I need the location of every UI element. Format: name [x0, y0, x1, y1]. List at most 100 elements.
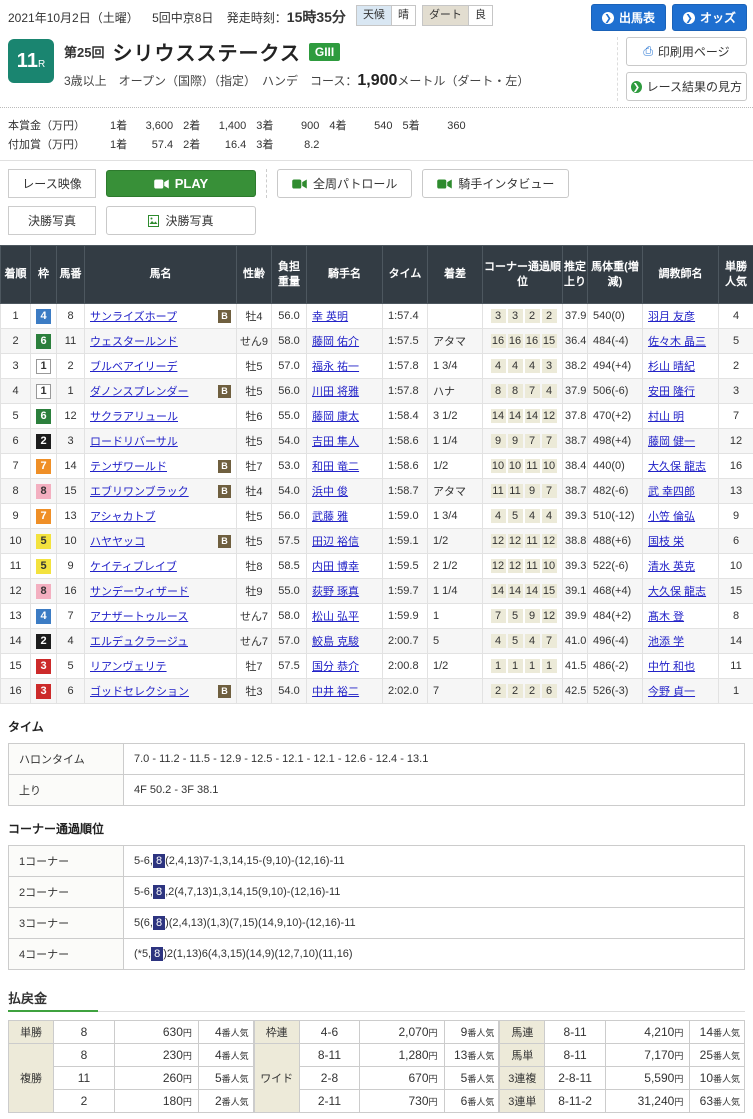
odds-button[interactable]: ❯ オッズ — [672, 4, 747, 31]
corner-position: 4 — [491, 509, 506, 523]
horse-name-link[interactable]: ゴッドセレクション — [90, 683, 189, 699]
jockey-link[interactable]: 藤岡 佑介 — [312, 336, 359, 348]
highlighted-horse-number: 8 — [153, 885, 165, 899]
meeting-info: 5回中京8日 — [152, 11, 213, 25]
trainer-link[interactable]: 安田 隆行 — [648, 386, 695, 398]
jockey-link[interactable]: 和田 竜二 — [312, 461, 359, 473]
trainer-link[interactable]: 小笠 倫弘 — [648, 511, 695, 523]
trainer-link[interactable]: 羽月 友彦 — [648, 311, 695, 323]
jockey-cell: 和田 竜二 — [307, 454, 383, 479]
horse-name-link[interactable]: ブルベアイリーデ — [90, 358, 177, 374]
jockey-cell: 田辺 裕信 — [307, 529, 383, 554]
horse-name-link[interactable]: アナザートゥルース — [90, 608, 188, 624]
prize-rank: 3着 — [256, 120, 273, 132]
horse-name-link[interactable]: サンデーウィザード — [90, 583, 189, 599]
jockey-link[interactable]: 武藤 雅 — [312, 511, 348, 523]
horse-name-link[interactable]: アシャカトブ — [90, 508, 156, 524]
play-button[interactable]: PLAY — [106, 170, 256, 197]
payout-amount: 7,170円 — [605, 1044, 689, 1067]
entries-button[interactable]: ❯ 出馬表 — [591, 4, 666, 31]
trainer-link[interactable]: 大久保 龍志 — [648, 586, 706, 598]
trainer-link[interactable]: 今野 貞一 — [648, 686, 695, 698]
payout-combination: 2-8-11 — [545, 1067, 606, 1090]
trainer-link[interactable]: 清水 英克 — [648, 561, 695, 573]
corner-position: 11 — [491, 484, 506, 498]
print-page-button[interactable]: ⎙ 印刷用ページ — [626, 37, 747, 66]
frame-number: 4 — [36, 609, 51, 624]
horse-name-cell: ウェスタールンド — [85, 329, 237, 354]
win-favorite: 7 — [719, 404, 753, 429]
trainer-cell: 杉山 晴紀 — [643, 354, 719, 379]
payout-combination: 8 — [54, 1021, 115, 1044]
trainer-link[interactable]: 武 幸四郎 — [648, 486, 695, 498]
jockey-link[interactable]: 川田 将雅 — [312, 386, 359, 398]
bet-type-label: 3連複 — [500, 1067, 545, 1090]
jockey-link[interactable]: 吉田 隼人 — [312, 436, 359, 448]
result-row: 13 4 7 アナザートゥルース せん7 58.0 松山 弘平 1:59.9 1… — [1, 604, 753, 629]
body-weight: 498(+4) — [588, 429, 643, 454]
jockey-link[interactable]: 福永 祐一 — [312, 361, 359, 373]
trainer-link[interactable]: 中竹 和也 — [648, 661, 695, 673]
corner-position: 9 — [525, 484, 540, 498]
payout-table: 馬連 8-11 4,210円 14番人気 馬単 8-11 7,170円 25番人… — [499, 1020, 745, 1113]
jockey-link[interactable]: 浜中 俊 — [312, 486, 348, 498]
jockey-link[interactable]: 内田 博幸 — [312, 561, 359, 573]
payout-combination: 4-6 — [299, 1021, 360, 1044]
jockey-link[interactable]: 幸 英明 — [312, 311, 348, 323]
payout-amount: 5,590円 — [605, 1067, 689, 1090]
trainer-link[interactable]: 大久保 龍志 — [648, 461, 706, 473]
corner-position: 11 — [525, 559, 540, 573]
horse-name-link[interactable]: ダノンスプレンダー — [90, 383, 188, 399]
sex-age: 牡5 — [237, 429, 272, 454]
trainer-link[interactable]: 佐々木 晶三 — [648, 336, 706, 348]
jockey-link[interactable]: 荻野 琢真 — [312, 586, 359, 598]
frame-cell: 5 — [31, 554, 57, 579]
corner-table: 1コーナー 5-6,8(2,4,13)7-1,3,14,15-(9,10)-(1… — [8, 845, 745, 970]
jockey-link[interactable]: 田辺 裕信 — [312, 536, 359, 548]
result-guide-button[interactable]: ❯ レース結果の見方 — [626, 72, 747, 101]
finish-position: 7 — [1, 454, 31, 479]
horse-number: 6 — [57, 679, 85, 704]
jockey-interview-button[interactable]: 騎手インタビュー — [422, 169, 569, 198]
jockey-link[interactable]: 藤岡 康太 — [312, 411, 359, 423]
last-3f: 37.9 — [563, 379, 588, 404]
corner-positions: 4544 — [483, 504, 563, 529]
horse-name-link[interactable]: テンザワールド — [90, 458, 167, 474]
corner-position: 3 — [542, 359, 557, 373]
margin: 1/2 — [428, 529, 483, 554]
horse-name-link[interactable]: サンライズホープ — [90, 308, 177, 324]
trainer-link[interactable]: 髙木 登 — [648, 611, 684, 623]
corner-position: 4 — [525, 634, 540, 648]
sex-age: 牡8 — [237, 554, 272, 579]
payout-amount: 230円 — [114, 1044, 198, 1067]
trainer-link[interactable]: 村山 明 — [648, 411, 684, 423]
horse-name-link[interactable]: リアンヴェリテ — [90, 658, 167, 674]
horse-name-link[interactable]: エブリワンブラック — [90, 483, 189, 499]
jockey-link[interactable]: 中井 裕二 — [312, 686, 359, 698]
corner-positions: 4443 — [483, 354, 563, 379]
horse-name-link[interactable]: ウェスタールンド — [90, 333, 178, 349]
win-favorite: 4 — [719, 304, 753, 329]
horse-name-link[interactable]: エルデュクラージュ — [90, 633, 188, 649]
trainer-link[interactable]: 杉山 晴紀 — [648, 361, 695, 373]
horse-name-link[interactable]: ケイティブレイブ — [90, 558, 177, 574]
corner-positions: 75912 — [483, 604, 563, 629]
jockey-link[interactable]: 松山 弘平 — [312, 611, 359, 623]
finish-photo-button[interactable]: 決勝写真 — [106, 206, 256, 235]
race-date: 2021年10月2日（土曜） — [8, 11, 139, 25]
frame-number: 5 — [36, 559, 51, 574]
trainer-link[interactable]: 藤岡 健一 — [648, 436, 695, 448]
race-conditions-text: 3歳以上 オープン（国際）（指定） ハンデ コース： — [64, 74, 357, 88]
jockey-link[interactable]: 鮫島 克駿 — [312, 636, 359, 648]
patrol-video-button[interactable]: 全周パトロール — [277, 169, 412, 198]
trainer-link[interactable]: 国枝 栄 — [648, 536, 684, 548]
trainer-link[interactable]: 池添 学 — [648, 636, 684, 648]
horse-name-link[interactable]: ハヤヤッコ — [90, 533, 145, 549]
horse-name-link[interactable]: ロードリバーサル — [90, 433, 178, 449]
margin: 2 1/2 — [428, 554, 483, 579]
horse-number: 2 — [57, 354, 85, 379]
last-3f: 41.5 — [563, 654, 588, 679]
jockey-link[interactable]: 国分 恭介 — [312, 661, 359, 673]
horse-name-link[interactable]: サクラアリュール — [90, 408, 178, 424]
corner-position: 5 — [508, 609, 523, 623]
